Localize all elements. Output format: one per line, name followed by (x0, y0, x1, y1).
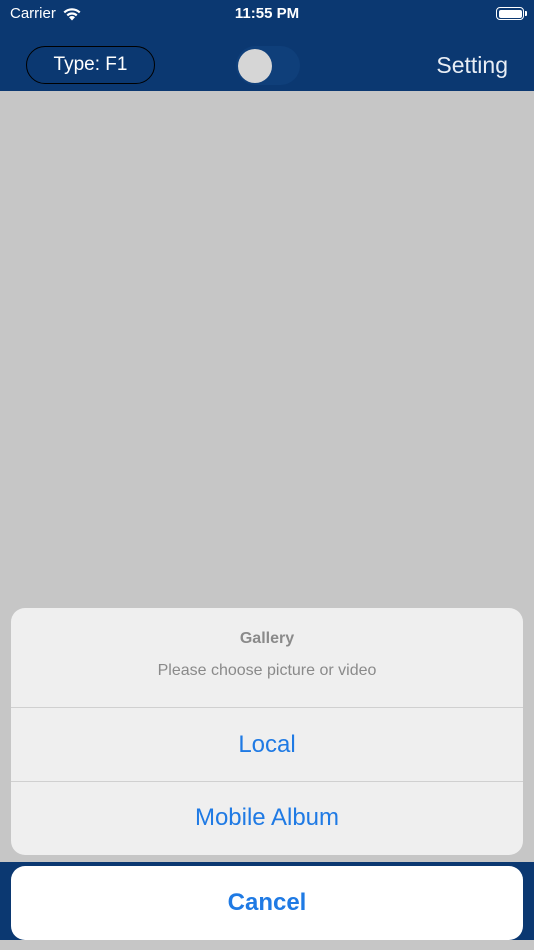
battery-icon (496, 7, 527, 20)
top-bar: Carrier 11:55 PM Type: F1 Setting (0, 0, 534, 91)
action-sheet-header: Gallery Please choose picture or video (11, 608, 523, 708)
cancel-button[interactable]: Cancel (11, 866, 523, 940)
status-bar: Carrier 11:55 PM (0, 0, 534, 30)
mobile-album-option-button[interactable]: Mobile Album (11, 781, 523, 854)
local-option-button[interactable]: Local (11, 708, 523, 781)
gallery-action-sheet: Gallery Please choose picture or video L… (11, 608, 523, 855)
action-sheet-message: Please choose picture or video (157, 661, 377, 679)
status-time: 11:55 PM (234, 5, 300, 22)
toggle-knob[interactable] (238, 49, 272, 83)
type-selector-button[interactable]: Type: F1 (26, 46, 155, 84)
mode-toggle[interactable] (236, 46, 300, 85)
bottom-edge (0, 940, 534, 950)
setting-button[interactable]: Setting (436, 52, 508, 79)
action-sheet-title: Gallery (239, 629, 295, 647)
